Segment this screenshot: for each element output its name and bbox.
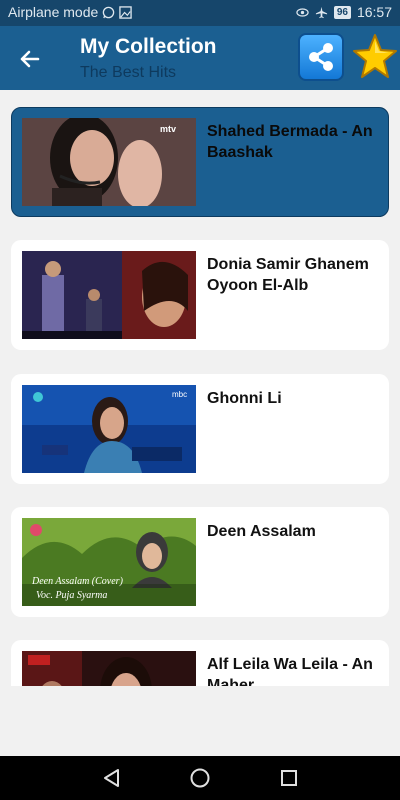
status-bar: Airplane mode 96 16:57 bbox=[0, 0, 400, 26]
video-title: Deen Assalam bbox=[207, 523, 316, 540]
status-left: Airplane mode bbox=[8, 4, 133, 20]
video-title: Shahed Bermada - An Baashak bbox=[207, 123, 373, 161]
star-icon[interactable] bbox=[352, 32, 398, 82]
video-title: Donia Samir Ghanem Oyoon El-Alb bbox=[207, 256, 369, 294]
video-thumbnail: Deen Assalam (Cover) Voc. Puja Syarma bbox=[22, 518, 196, 606]
list-item[interactable]: Alf Leila Wa Leila - An Maher bbox=[11, 640, 389, 686]
arrow-left-icon[interactable] bbox=[14, 44, 44, 74]
video-thumbnail: mbc bbox=[22, 385, 196, 473]
list-item[interactable]: mbc Ghonni Li bbox=[11, 374, 389, 484]
page-title: My Collection bbox=[80, 35, 217, 58]
video-title: Ghonni Li bbox=[207, 390, 282, 407]
page-subtitle: The Best Hits bbox=[80, 64, 177, 81]
list-footer-space bbox=[0, 686, 400, 756]
clock: 16:57 bbox=[356, 4, 392, 20]
tv-logo: mtv bbox=[160, 124, 176, 134]
status-right: 96 16:57 bbox=[296, 4, 392, 20]
battery-icon: 96 bbox=[333, 5, 351, 19]
share-button[interactable] bbox=[298, 33, 344, 81]
airplane-icon bbox=[315, 6, 327, 18]
whatsapp-icon bbox=[103, 6, 115, 18]
share-icon bbox=[309, 43, 333, 71]
video-thumbnail bbox=[22, 251, 196, 339]
thumbnail-caption: Deen Assalam (Cover) bbox=[31, 576, 124, 587]
list-item[interactable]: Deen Assalam (Cover) Voc. Puja Syarma De… bbox=[11, 507, 389, 617]
video-thumbnail bbox=[22, 651, 196, 686]
video-title: Alf Leila Wa Leila - An Maher bbox=[207, 656, 373, 686]
list-item[interactable]: mtv Shahed Bermada - An Baashak bbox=[11, 107, 389, 217]
home-circle-icon[interactable] bbox=[188, 766, 212, 790]
app-bar: My Collection The Best Hits bbox=[0, 26, 400, 90]
tv-logo: mbc bbox=[172, 390, 187, 399]
recents-square-icon[interactable] bbox=[277, 766, 301, 790]
airplane-mode-label: Airplane mode bbox=[8, 4, 99, 20]
system-nav-bar bbox=[0, 756, 400, 800]
list-item[interactable]: Donia Samir Ghanem Oyoon El-Alb bbox=[11, 240, 389, 350]
eye-icon bbox=[296, 7, 309, 17]
back-triangle-icon[interactable] bbox=[100, 766, 124, 790]
video-list[interactable]: mtv Shahed Bermada - An Baashak Donia Sa… bbox=[0, 90, 400, 686]
image-icon bbox=[119, 5, 133, 19]
thumbnail-caption: Voc. Puja Syarma bbox=[36, 590, 107, 601]
video-thumbnail: mtv bbox=[22, 118, 196, 206]
